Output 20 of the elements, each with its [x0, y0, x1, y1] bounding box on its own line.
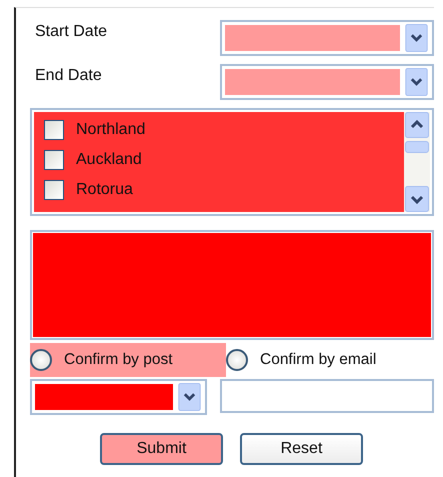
field-label: Start Date [35, 23, 108, 41]
scroll-down-icon[interactable] [405, 186, 429, 212]
region-list[interactable]: Northland Auckland Rotorua [30, 108, 434, 216]
checkbox[interactable] [44, 150, 64, 170]
form-button[interactable]: Submit [100, 433, 223, 465]
input-field[interactable] [220, 379, 434, 413]
scrollbar[interactable] [404, 112, 430, 212]
region-label: Auckland [76, 151, 142, 169]
checkbox[interactable] [44, 180, 64, 200]
scroll-up-icon[interactable] [405, 112, 429, 138]
scroll-thumb[interactable] [405, 141, 429, 153]
checkbox[interactable] [44, 120, 64, 140]
radio-option[interactable]: Confirm by post [30, 343, 226, 377]
option-dropdown[interactable] [30, 379, 207, 415]
text-area[interactable] [30, 230, 434, 340]
region-label: Rotorua [76, 181, 133, 199]
field-label: End Date [35, 67, 102, 85]
form-button[interactable]: Reset [240, 433, 363, 465]
radio-option[interactable]: Confirm by email [226, 343, 422, 377]
region-label: Northland [76, 121, 146, 139]
